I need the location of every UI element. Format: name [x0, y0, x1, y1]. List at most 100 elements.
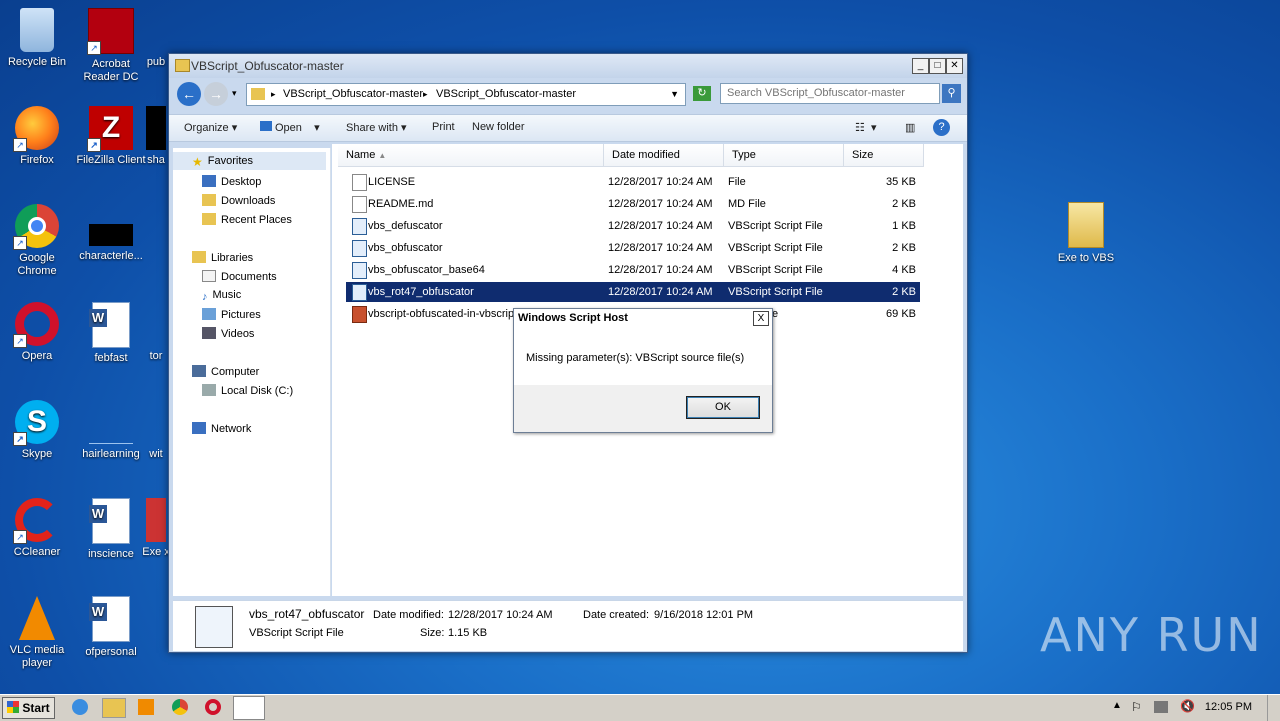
dialog-title: Windows Script Host [518, 312, 628, 324]
organize-button[interactable]: Organize ▾ [184, 121, 237, 134]
nav-libraries[interactable]: Libraries [192, 251, 253, 264]
window-title: VBScript_Obfuscator-master [191, 59, 344, 73]
view-options-icon[interactable]: ☷ ▾ [855, 121, 877, 134]
file-row[interactable]: vbs_defuscator 12/28/2017 10:24 AM VBScr… [346, 216, 920, 236]
script-host-taskbar-icon[interactable] [233, 696, 265, 720]
address-bar[interactable]: ▸ VBScript_Obfuscator-master ▸ VBScript_… [246, 83, 686, 106]
nav-documents[interactable]: Documents [202, 270, 277, 283]
nav-recent-places[interactable]: Recent Places [202, 213, 292, 226]
firefox-icon: ↗ [13, 106, 59, 152]
file-row[interactable]: vbs_obfuscator 12/28/2017 10:24 AM VBScr… [346, 238, 920, 258]
desktop-icon-label: hairlearning [82, 448, 140, 460]
desktop-icon-characterle[interactable]: characterle... [74, 204, 148, 263]
open-button[interactable]: Open ▾ [260, 121, 320, 134]
file-row-selected[interactable]: vbs_rot47_obfuscator 12/28/2017 10:24 AM… [346, 282, 920, 302]
action-center-flag-icon[interactable]: ⚐ [1131, 700, 1142, 714]
videos-icon [202, 327, 216, 339]
opera-taskbar-icon[interactable] [205, 699, 221, 715]
desktop-icon-opera[interactable]: ↗ Opera [0, 302, 74, 363]
close-button[interactable]: ✕ [946, 58, 963, 74]
show-hidden-icons[interactable]: ▲ [1112, 700, 1122, 711]
desktop-icon-acrobat[interactable]: ↗ Acrobat Reader DC [74, 8, 148, 84]
desktop-icon-filezilla[interactable]: Z ↗ FileZilla Client [74, 106, 148, 167]
desktop-icon-label: Exe to VBS [1057, 252, 1115, 264]
title-bar[interactable]: VBScript_Obfuscator-master _ □ ✕ [169, 54, 967, 78]
nav-music[interactable]: ♪ Music [202, 289, 241, 303]
print-button[interactable]: Print [432, 121, 455, 133]
nav-network[interactable]: Network [192, 422, 251, 435]
new-folder-button[interactable]: New folder [472, 121, 525, 133]
document-icon [146, 8, 166, 52]
explorer-icon[interactable] [102, 698, 126, 718]
forward-button[interactable]: → [204, 82, 228, 106]
desktop-icon-exe[interactable]: Exe x [142, 498, 170, 559]
breadcrumb-item[interactable]: VBScript_Obfuscator-master [283, 84, 423, 105]
media-player-icon[interactable] [138, 699, 154, 715]
vbscript-file-icon [352, 262, 367, 279]
share-with-button[interactable]: Share with ▾ [346, 121, 407, 134]
desktop-icon-ofpersonal[interactable]: W ofpersonal [74, 596, 148, 659]
vbscript-file-icon [352, 240, 367, 257]
black-app-icon [146, 106, 166, 150]
search-icon[interactable]: ⚲ [942, 84, 961, 103]
ccleaner-icon: ↗ [13, 498, 59, 544]
ie-icon[interactable] [72, 699, 88, 715]
desktop-icon-pub[interactable]: pub [142, 8, 170, 69]
show-desktop-button[interactable] [1267, 695, 1280, 721]
preview-pane-icon[interactable]: ▥ [905, 121, 915, 134]
desktop-icon-inscience[interactable]: W inscience [74, 498, 148, 561]
desktop-icon-firefox[interactable]: ↗ Firefox [0, 106, 74, 167]
help-icon[interactable]: ? [933, 119, 950, 136]
column-header-name[interactable]: Name ▲ [338, 144, 604, 167]
refresh-icon[interactable]: ↻ [693, 86, 711, 101]
star-icon: ★ [192, 155, 203, 169]
desktop-icon-skype[interactable]: S ↗ Skype [0, 400, 74, 461]
nav-computer[interactable]: Computer [192, 365, 259, 378]
volume-icon[interactable]: 🔇 [1180, 699, 1195, 713]
clock[interactable]: 12:05 PM [1205, 701, 1252, 713]
desktop-icon-ccleaner[interactable]: ↗ CCleaner [0, 498, 74, 559]
chrome-taskbar-icon[interactable] [172, 699, 188, 715]
desktop-icon-exe-to-vbs[interactable]: Exe to VBS [1049, 202, 1123, 265]
desktop-icon-hairlearning[interactable]: hairlearning [74, 400, 148, 461]
file-row[interactable]: vbs_obfuscator_base64 12/28/2017 10:24 A… [346, 260, 920, 280]
file-name: vbscript-obfuscated-in-vbscrip [368, 308, 515, 320]
search-input[interactable] [720, 83, 940, 104]
desktop-icon-recycle-bin[interactable]: Recycle Bin [0, 8, 74, 69]
nav-videos[interactable]: Videos [202, 327, 254, 340]
start-button[interactable]: Start [2, 697, 55, 719]
desktop-icon-chrome[interactable]: ↗ Google Chrome [0, 204, 74, 278]
minimize-button[interactable]: _ [912, 58, 929, 74]
desktop-icon-wit[interactable]: wit [142, 400, 170, 461]
breadcrumb-item[interactable]: VBScript_Obfuscator-master [436, 84, 576, 105]
details-date-modified-label: Date modified: [373, 609, 444, 621]
open-icon [260, 121, 272, 131]
column-header-size[interactable]: Size [844, 144, 924, 167]
desktop-icon-tor[interactable]: tor [142, 302, 170, 363]
vbscript-file-icon [352, 284, 367, 301]
dialog-close-button[interactable]: X [753, 311, 769, 326]
dialog-title-bar[interactable]: Windows Script Host X [514, 309, 772, 328]
blank-file-icon [89, 400, 133, 444]
maximize-button[interactable]: □ [929, 58, 946, 74]
network-icon [192, 422, 206, 434]
file-row[interactable]: LICENSE 12/28/2017 10:24 AM File 35 KB [346, 172, 920, 192]
file-row[interactable]: README.md 12/28/2017 10:24 AM MD File 2 … [346, 194, 920, 214]
history-dropdown-icon[interactable]: ▾ [232, 88, 237, 99]
nav-favorites[interactable]: ★ Favorites [173, 152, 326, 170]
column-header-date[interactable]: Date modified [604, 144, 724, 167]
back-button[interactable]: ← [177, 82, 201, 106]
desktop-icon-febfast[interactable]: W febfast [74, 302, 148, 365]
network-tray-icon[interactable] [1154, 701, 1168, 713]
nav-desktop[interactable]: Desktop [202, 175, 261, 188]
column-header-type[interactable]: Type [724, 144, 844, 167]
desktop-icon-sha[interactable]: sha [142, 106, 170, 167]
nav-downloads[interactable]: Downloads [202, 194, 275, 207]
nav-pictures[interactable]: Pictures [202, 308, 261, 321]
skype-icon: S ↗ [13, 400, 59, 446]
ok-button[interactable]: OK [686, 396, 760, 419]
address-dropdown-icon[interactable]: ▼ [670, 84, 679, 105]
file-size: 4 KB [892, 264, 916, 276]
desktop-icon-vlc[interactable]: VLC media player [0, 596, 74, 670]
nav-local-disk[interactable]: Local Disk (C:) [202, 384, 293, 397]
